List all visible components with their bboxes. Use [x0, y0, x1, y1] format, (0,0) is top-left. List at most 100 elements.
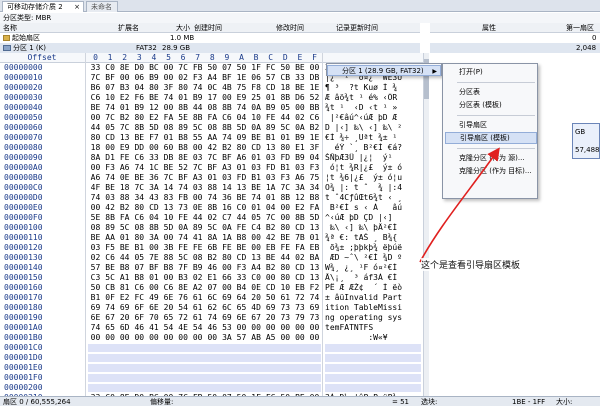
hex-byte[interactable]: FD [263, 163, 278, 173]
hex-byte[interactable]: FE [219, 243, 234, 253]
hex-byte[interactable]: F6 [132, 93, 147, 103]
hex-byte[interactable]: 6F [132, 313, 147, 323]
hex-ascii[interactable]: ^‹úÆ þD ÇD |‹] [325, 213, 421, 223]
hex-byte[interactable]: 6E [234, 313, 249, 323]
ascii-cells-selected[interactable] [325, 354, 421, 362]
hex-row[interactable]: 000000B0 A6 74 0E BE 36 7C BF A3 01 03 FD B1 03 F3 A6 75… [0, 173, 423, 183]
hex-ascii[interactable]: |²€âú^‹úÆ þD Æ [325, 113, 421, 123]
hex-cells-selected[interactable] [88, 354, 321, 362]
hex-byte[interactable]: BE [88, 233, 103, 243]
hex-byte[interactable]: 74 [205, 313, 220, 323]
hex-byte[interactable]: CD [292, 263, 307, 273]
hex-byte[interactable]: 10 [249, 113, 264, 123]
hex-row[interactable]: 00000050 00 7C B2 80 E2 FA 5E 8B FA C6 04 10 FE 44 02 C6… [0, 113, 423, 123]
hex-byte[interactable]: 8B [190, 113, 205, 123]
hex-byte[interactable]: B1 [278, 163, 293, 173]
hex-byte[interactable]: 00 [103, 333, 118, 343]
ascii-cells-selected[interactable] [325, 364, 421, 372]
hex-byte[interactable]: 33 [88, 63, 103, 73]
hex-byte[interactable]: 6C [205, 293, 220, 303]
hex-byte[interactable]: 8E [176, 283, 191, 293]
column-created[interactable]: 创建时间 [194, 23, 222, 33]
column-name[interactable]: 名称 [3, 23, 17, 33]
hex-byte[interactable]: 88 [161, 253, 176, 263]
hex-byte[interactable]: 03 [263, 173, 278, 183]
hex-row[interactable]: 00000100 08 89 5C 08 8B 5D 0A 89 5C 0A FE C4 B2 80 CD 13… [0, 223, 423, 233]
hex-byte[interactable]: 62 [205, 303, 220, 313]
hex-byte[interactable]: B8 [176, 143, 191, 153]
ascii-cells-selected[interactable] [325, 344, 421, 352]
hex-byte[interactable]: CD [249, 143, 264, 153]
hex-byte[interactable]: 41 [190, 233, 205, 243]
hex-byte[interactable]: 80 [88, 133, 103, 143]
hex-byte[interactable]: 8B [278, 193, 293, 203]
hex-byte[interactable]: BE [249, 133, 264, 143]
hex-byte[interactable]: 33 [234, 273, 249, 283]
hex-row[interactable]: 00000180 69 74 69 6F 6E 20 54 61 62 6C 65 4D 69 73 73 69… [0, 303, 423, 313]
hex-byte[interactable]: 07 [103, 83, 118, 93]
column-first-sector[interactable]: 第一扇区 [566, 23, 594, 33]
hex-byte[interactable]: C6 [88, 93, 103, 103]
hex-byte[interactable]: FA [117, 213, 132, 223]
hex-byte[interactable]: 7C [88, 73, 103, 83]
hex-byte[interactable]: 8B [278, 93, 293, 103]
hex-byte[interactable]: 7C [263, 213, 278, 223]
hex-byte[interactable]: C0 [234, 203, 249, 213]
hex-byte[interactable]: BE [292, 83, 307, 93]
hex-ascii[interactable]: ŠÑþÆ3Û |¿¦ ý¹ [325, 153, 421, 163]
hex-byte[interactable]: 07 [219, 63, 234, 73]
hex-ascii[interactable]: õ¾± ;þþkþ¾ ëþúë [325, 243, 421, 253]
hex-cells-selected[interactable] [88, 344, 321, 352]
hex-byte[interactable]: B9 [190, 93, 205, 103]
hex-byte[interactable]: 52 [307, 93, 322, 103]
hex-byte[interactable]: 13 [117, 133, 132, 143]
hex-byte[interactable]: 05 [249, 213, 264, 223]
hex-byte[interactable]: C6 [132, 213, 147, 223]
hex-byte[interactable]: A1 [117, 273, 132, 283]
hex-byte[interactable]: 00 [88, 113, 103, 123]
hex-byte[interactable]: BA [307, 253, 322, 263]
hex-byte[interactable]: 81 [117, 283, 132, 293]
hex-byte[interactable]: 50 [234, 63, 249, 73]
hex-byte[interactable]: 13 [307, 273, 322, 283]
hex-byte[interactable]: 05 [132, 253, 147, 263]
hex-row[interactable]: 00000040 BE 74 01 B9 12 00 8B 44 08 8B 74 0A B9 05 00 BB… [0, 103, 423, 113]
hex-byte[interactable]: F3 [190, 73, 205, 83]
hex-row[interactable]: 00000160 50 CB 81 C6 00 C6 8E A2 07 00 B4 0E CD 10 EB F2… [0, 283, 423, 293]
hex-ascii[interactable]: ó¦t ¾R|¿£ ý± ó [325, 163, 421, 173]
hex-byte[interactable]: AA [205, 133, 220, 143]
hex-ascii[interactable]: ‰\ ‹] ‰\ þÄ²€Í [325, 223, 421, 233]
hex-byte[interactable]: 74 [234, 103, 249, 113]
hex-byte[interactable]: 42 [263, 233, 278, 243]
hex-byte[interactable]: FB [190, 63, 205, 73]
hex-byte[interactable]: 89 [103, 223, 118, 233]
hex-byte[interactable]: 3A [219, 333, 234, 343]
hex-byte[interactable]: 44 [190, 213, 205, 223]
hex-byte[interactable]: 88 [117, 193, 132, 203]
hex-byte[interactable]: C6 [103, 253, 118, 263]
hex-byte[interactable]: B9 [190, 263, 205, 273]
hex-byte[interactable]: 8B [219, 123, 234, 133]
hex-byte[interactable]: DB [161, 153, 176, 163]
hex-byte[interactable]: 80 [132, 113, 147, 123]
hex-byte[interactable]: 8B [205, 203, 220, 213]
hex-byte[interactable]: FA [161, 113, 176, 123]
hex-byte[interactable]: 00 [161, 73, 176, 83]
hex-byte[interactable]: 04 [132, 83, 147, 93]
hex-byte[interactable]: B1 [249, 173, 264, 183]
hex-byte[interactable]: BF [219, 73, 234, 83]
hex-byte[interactable]: F3 [234, 263, 249, 273]
hex-byte[interactable]: B3 [117, 83, 132, 93]
hex-byte[interactable]: 73 [292, 303, 307, 313]
hex-byte[interactable]: 8A [205, 233, 220, 243]
hex-byte[interactable]: 8B [103, 213, 118, 223]
hex-byte[interactable]: 72 [292, 293, 307, 303]
hex-byte[interactable]: B9 [132, 103, 147, 113]
hex-byte[interactable]: 00 [88, 333, 103, 343]
hex-byte[interactable]: C0 [103, 63, 118, 73]
hex-byte[interactable]: 46 [205, 323, 220, 333]
hex-byte[interactable]: 13 [234, 183, 249, 193]
hex-byte[interactable]: 03 [190, 153, 205, 163]
hex-byte[interactable]: 00 [249, 323, 264, 333]
hex-ascii[interactable]: B²€Í s ‹ À âú [325, 203, 421, 213]
